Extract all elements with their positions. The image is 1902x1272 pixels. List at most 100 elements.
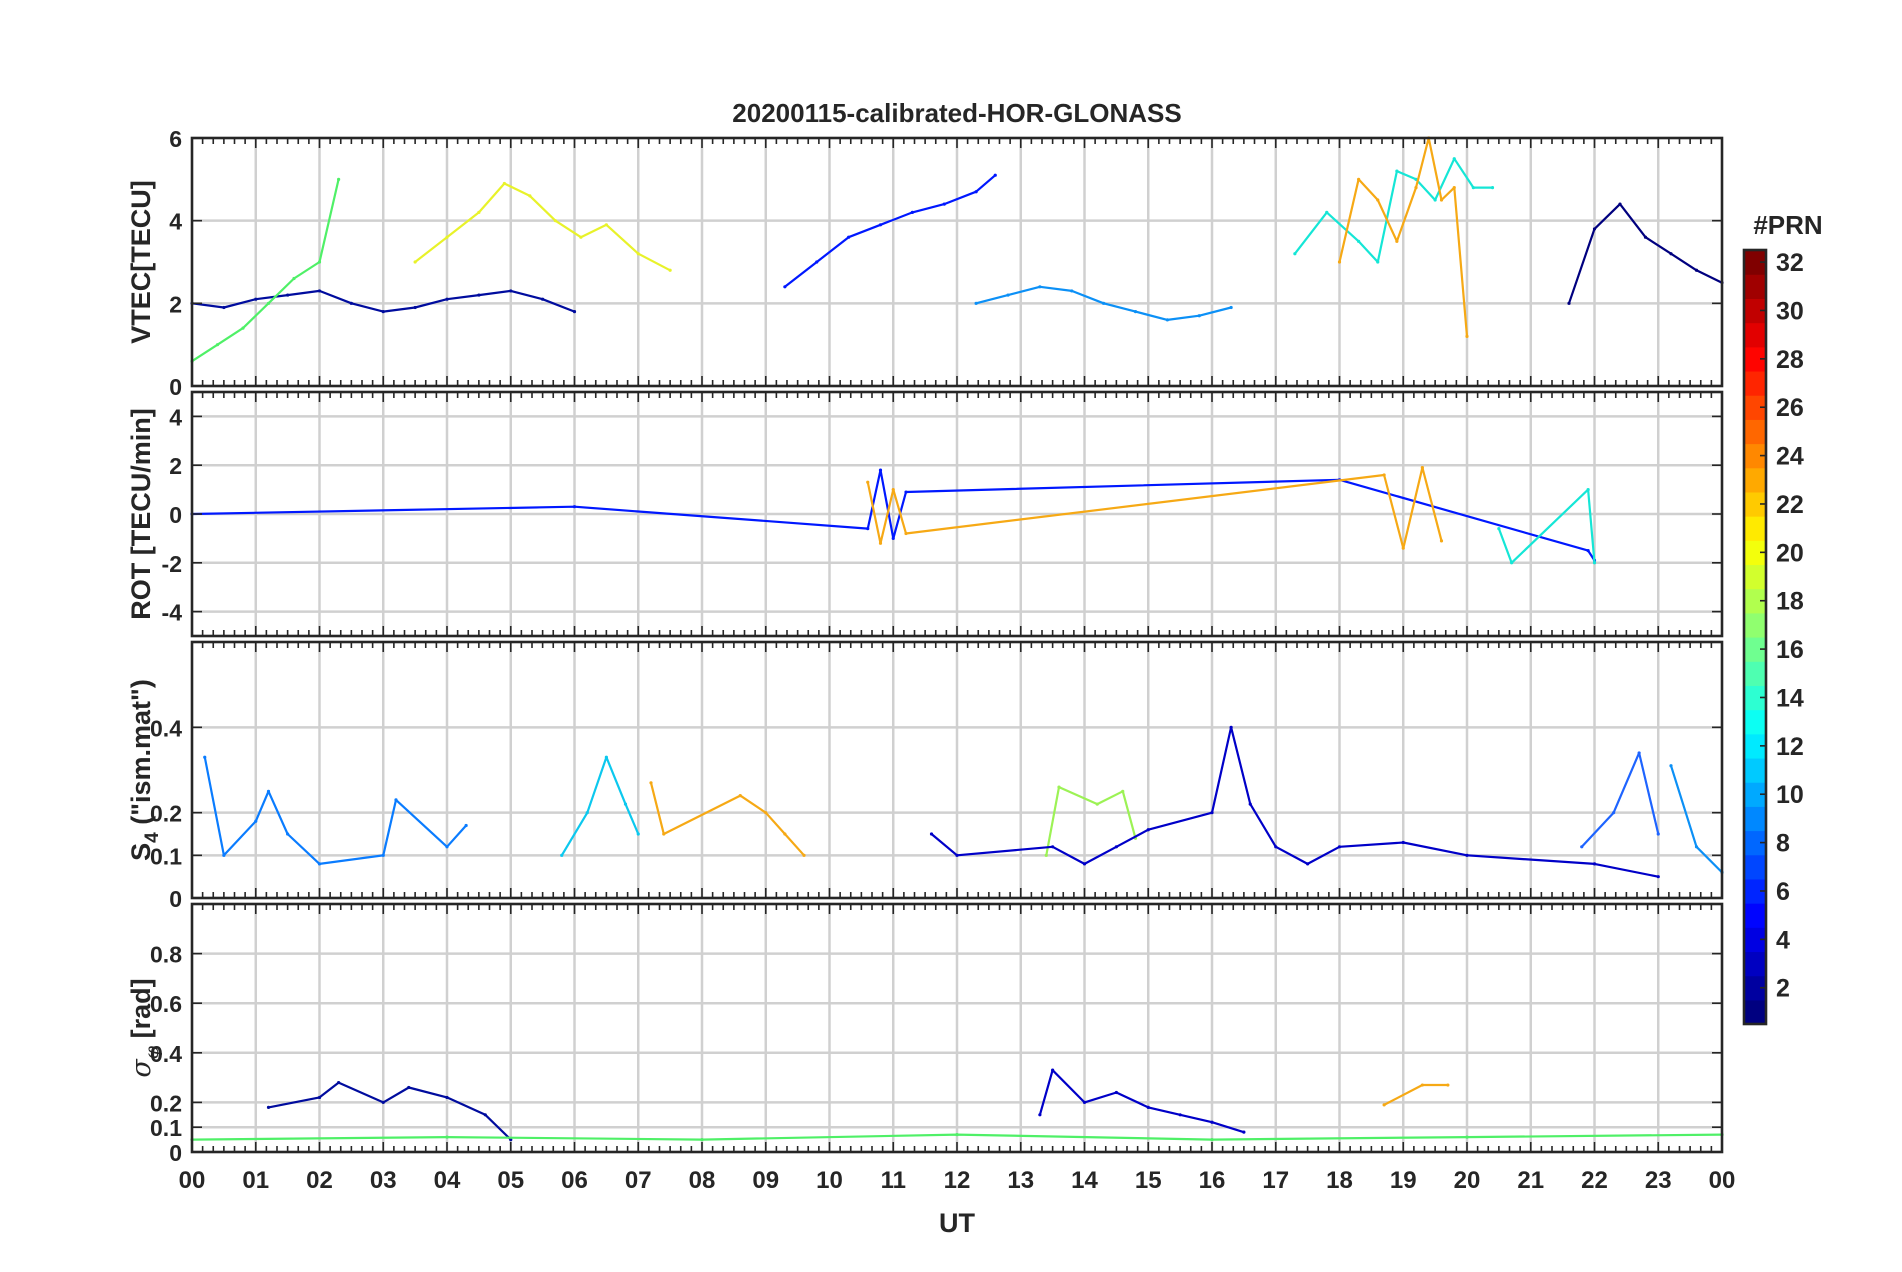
x-tick-label: 22 <box>1581 1167 1608 1194</box>
x-tick-label: 12 <box>944 1167 971 1194</box>
colorbar-tick-label: 20 <box>1776 539 1804 567</box>
colorbar-tick-label: 14 <box>1776 684 1804 712</box>
colorbar-tick-label: 10 <box>1776 781 1804 809</box>
data-point <box>349 301 353 305</box>
colorbar-segment <box>1744 370 1766 396</box>
data-point <box>1070 289 1074 293</box>
data-point <box>1210 1138 1214 1142</box>
data-point <box>1382 1103 1386 1107</box>
data-point <box>1248 802 1252 806</box>
x-tick-label: 00 <box>179 1167 206 1194</box>
data-point <box>1580 845 1584 849</box>
data-point <box>1325 210 1329 214</box>
data-point <box>1082 862 1087 866</box>
y-tick-label: 0.1 <box>150 1115 182 1141</box>
data-point <box>847 235 851 239</box>
data-point <box>1465 853 1469 857</box>
data-point <box>394 798 398 802</box>
data-point <box>1395 239 1399 243</box>
data-point <box>1121 789 1125 793</box>
data-point <box>878 541 883 545</box>
colorbar-tick-label: 24 <box>1776 443 1804 471</box>
data-point <box>254 297 258 301</box>
data-point <box>553 219 557 223</box>
y-tick-label: 2 <box>169 291 182 317</box>
x-tick-label: 13 <box>1007 1167 1034 1194</box>
colorbar-segment <box>1744 757 1766 783</box>
data-point <box>464 823 468 828</box>
x-tick-label: 03 <box>370 1167 397 1194</box>
y-axis-label: VTEC[TECU] <box>126 180 156 344</box>
y-axis-label: ROT [TECU/min] <box>126 408 156 619</box>
data-point <box>1471 186 1475 190</box>
data-point <box>1051 845 1055 849</box>
data-point <box>1567 301 1571 305</box>
data-point <box>286 832 290 836</box>
data-point <box>1114 1090 1118 1095</box>
data-point <box>477 293 481 297</box>
data-point <box>1376 260 1380 264</box>
data-point <box>1210 1120 1214 1124</box>
data-point <box>317 289 322 293</box>
data-point <box>266 301 271 305</box>
data-point <box>1229 725 1233 729</box>
data-point <box>502 181 506 186</box>
data-point <box>700 1138 704 1142</box>
data-point <box>1618 202 1622 206</box>
panels: 0246VTEC[TECU] -4 -2 0 2 4 ROT [TECU/min] 00.10… <box>126 126 1724 1166</box>
y-tick-label: 0.8 <box>150 942 182 968</box>
data-point <box>317 1095 322 1100</box>
data-point <box>668 268 672 272</box>
y-tick-label: 4 <box>169 404 182 430</box>
colorbar-segment <box>1744 419 1766 445</box>
data-point <box>1114 845 1118 849</box>
colorbar-segment <box>1744 999 1766 1025</box>
data-point <box>1637 751 1641 755</box>
colorbar-tick-label: 6 <box>1776 878 1790 906</box>
data-point <box>878 468 883 472</box>
data-point <box>266 1105 271 1109</box>
panel-sigma_phi: 00.10.20.40.60.8σφ [rad] <box>126 902 1724 1166</box>
x-tick-label: 18 <box>1326 1167 1353 1194</box>
data-point <box>783 832 787 836</box>
data-point <box>1242 1130 1246 1134</box>
data-point <box>942 202 946 206</box>
data-point <box>483 1113 487 1117</box>
data-point <box>1656 832 1660 836</box>
x-tick-label: 14 <box>1071 1167 1098 1194</box>
data-point <box>1382 473 1386 477</box>
data-point <box>1497 527 1501 531</box>
x-tick-label: 15 <box>1135 1167 1162 1194</box>
data-point <box>572 505 577 509</box>
data-point <box>623 802 628 806</box>
data-point <box>572 310 577 314</box>
data-point <box>509 289 513 293</box>
x-tick-label: 05 <box>497 1167 524 1194</box>
data-point <box>1210 811 1214 815</box>
colorbar-tick-label: 16 <box>1776 636 1804 664</box>
panel-vtec: 0 2 4 6 VTEC[TECU] <box>126 126 1724 400</box>
data-point <box>1439 539 1444 543</box>
data-point <box>1337 260 1342 264</box>
y-tick-label: 0 <box>169 1140 182 1166</box>
y-tick-label: -2 <box>162 551 182 577</box>
data-point <box>904 490 908 494</box>
chart-title: 20200115-calibrated-HOR-GLONASS <box>732 98 1181 128</box>
data-point <box>266 789 271 793</box>
data-point <box>560 853 564 857</box>
colorbar-tick-label: 28 <box>1776 346 1804 374</box>
x-tick-label: 20 <box>1454 1167 1481 1194</box>
colorbar-tick-label: 22 <box>1776 491 1804 519</box>
data-point <box>215 343 220 347</box>
colorbar-label: #PRN <box>1753 210 1822 240</box>
data-point <box>445 235 449 239</box>
data-point <box>381 853 385 857</box>
data-point <box>993 173 997 177</box>
data-point <box>1357 177 1361 181</box>
data-point <box>413 260 417 264</box>
y-tick-label: -4 <box>162 600 183 626</box>
x-tick-label: 21 <box>1517 1167 1544 1194</box>
data-point <box>1694 268 1699 272</box>
x-tick-label: 17 <box>1262 1167 1289 1194</box>
data-point <box>1357 239 1361 243</box>
